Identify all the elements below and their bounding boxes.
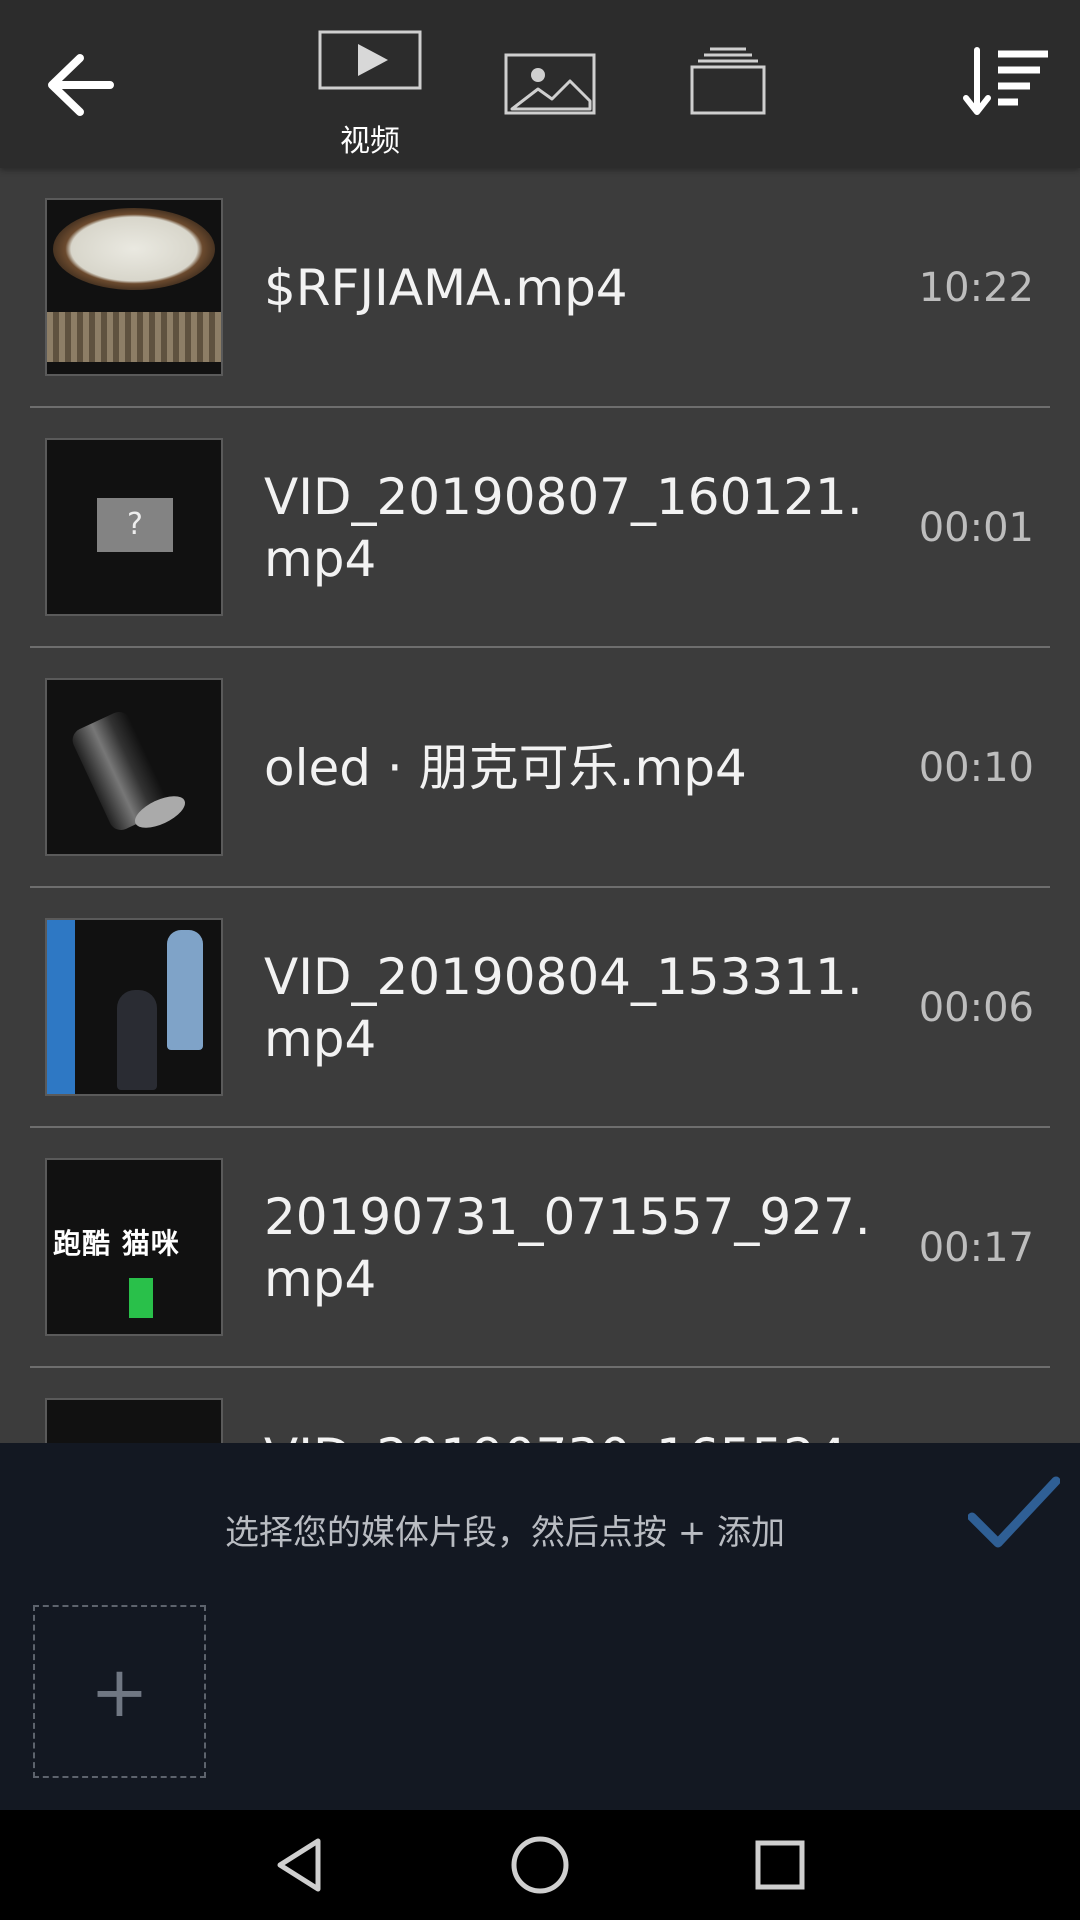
video-thumbnail xyxy=(45,918,223,1096)
file-row[interactable]: 跑酷 猫咪 20190731_071557_927.mp4 00:17 xyxy=(0,1128,1080,1368)
thumbnail-game-text: 跑酷 猫咪 xyxy=(53,1227,180,1260)
video-file-list: $RFJIAMA.mp4 10:22 ? VID_20190807_160121… xyxy=(0,168,1080,1443)
system-nav-bar xyxy=(0,1810,1080,1920)
album-stack-icon xyxy=(690,47,766,115)
file-duration: 00:01 xyxy=(918,505,1034,551)
video-play-icon xyxy=(318,30,422,90)
tab-selected-indicator xyxy=(320,163,420,167)
nav-home-button[interactable] xyxy=(510,1835,570,1895)
tab-video[interactable]: 视频 xyxy=(300,22,440,168)
nav-recents-button[interactable] xyxy=(750,1835,810,1895)
triangle-back-icon xyxy=(277,1838,321,1892)
image-icon xyxy=(504,53,596,115)
sort-icon xyxy=(963,47,1048,115)
tab-video-label: 视频 xyxy=(340,124,400,159)
file-row[interactable]: oled · 朋克可乐.mp4 00:10 xyxy=(0,648,1080,888)
video-thumbnail: 跑酷 猫咪 xyxy=(45,1158,223,1336)
nav-back-button[interactable] xyxy=(270,1835,330,1895)
file-duration: 00:17 xyxy=(918,1225,1034,1271)
video-thumbnail xyxy=(45,198,223,376)
file-name: VID_20190807_160121.mp4 xyxy=(264,468,863,588)
file-name: oled · 朋克可乐.mp4 xyxy=(264,739,747,797)
tab-photo[interactable] xyxy=(500,45,600,125)
video-thumbnail xyxy=(45,678,223,856)
file-name: VID_20190730_165524.mp4 xyxy=(264,1368,904,1443)
file-name: VID_20190804_153311.mp4 xyxy=(264,948,863,1068)
file-row[interactable]: VID_20190804_153311.mp4 00:06 xyxy=(0,888,1080,1128)
checkmark-icon xyxy=(967,1476,1061,1548)
media-picker-screen: 视频 $RFJIAMA.mp4 10:22 ? VID_20190807_160… xyxy=(0,0,1080,1920)
confirm-button[interactable] xyxy=(967,1475,1061,1555)
missing-preview-icon: ? xyxy=(97,498,173,552)
top-bar: 视频 xyxy=(0,0,1080,168)
file-duration: 10:22 xyxy=(918,265,1034,311)
square-recents-icon xyxy=(755,1840,805,1890)
sort-button[interactable] xyxy=(962,46,1052,118)
file-row[interactable]: $RFJIAMA.mp4 10:22 xyxy=(0,168,1080,408)
video-thumbnail: ? xyxy=(45,438,223,616)
back-button[interactable] xyxy=(40,40,130,130)
file-duration: 00:10 xyxy=(918,745,1034,791)
video-thumbnail xyxy=(45,1398,223,1443)
arrow-left-icon xyxy=(48,54,114,116)
tab-album[interactable] xyxy=(690,45,770,125)
plus-icon: + xyxy=(90,1650,149,1733)
selection-panel: 选择您的媒体片段，然后点按 + 添加 + xyxy=(0,1443,1080,1810)
file-row[interactable]: ? VID_20190807_160121.mp4 00:01 xyxy=(0,408,1080,648)
add-media-slot[interactable]: + xyxy=(33,1605,206,1778)
file-name: $RFJIAMA.mp4 xyxy=(264,259,628,317)
file-name: 20190731_071557_927.mp4 xyxy=(264,1188,871,1308)
circle-home-icon xyxy=(511,1836,569,1894)
file-duration: 00:06 xyxy=(918,985,1034,1031)
selection-hint: 选择您的媒体片段，然后点按 + 添加 xyxy=(224,1513,786,1553)
file-row[interactable]: VID_20190730_165524.mp4 xyxy=(0,1368,1080,1443)
